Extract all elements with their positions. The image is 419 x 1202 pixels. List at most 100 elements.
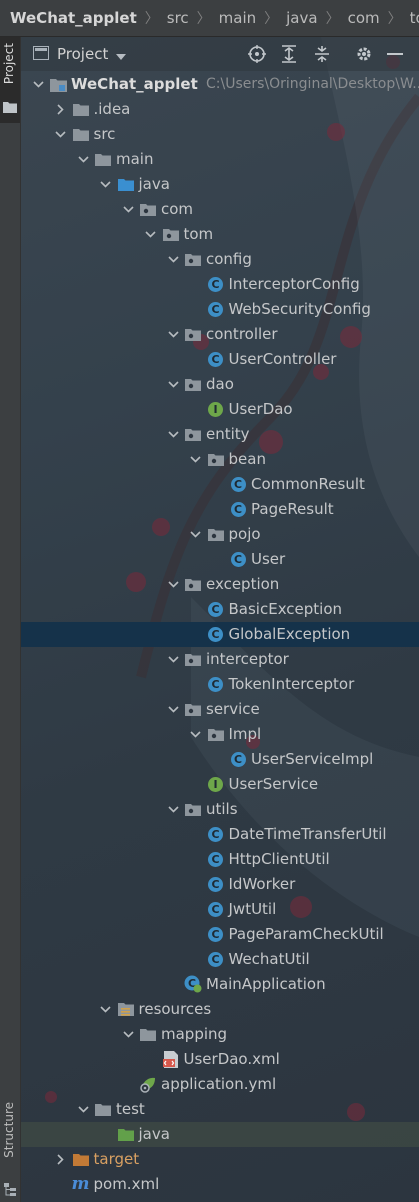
tree-item[interactable]: WeChat_applet C:\Users\Oringinal\Desktop\… bbox=[21, 72, 419, 97]
tree-item[interactable]: C UserController bbox=[21, 347, 419, 372]
tree-item[interactable]: main bbox=[21, 147, 419, 172]
class-icon: C bbox=[207, 600, 225, 618]
tree-item[interactable]: interceptor bbox=[21, 647, 419, 672]
tree-item[interactable]: C WechatUtil bbox=[21, 947, 419, 972]
tree-item[interactable]: C GlobalException bbox=[21, 622, 419, 647]
tree-item[interactable]: pojo bbox=[21, 522, 419, 547]
tree-item[interactable]: dao bbox=[21, 372, 419, 397]
chevron-down-icon[interactable] bbox=[121, 197, 135, 222]
tree-item[interactable]: test bbox=[21, 1097, 419, 1122]
tree-item[interactable]: utils bbox=[21, 797, 419, 822]
panel-header: Project bbox=[21, 37, 419, 71]
tree-item[interactable]: C UserServiceImpl bbox=[21, 747, 419, 772]
chevron-down-icon[interactable] bbox=[99, 172, 113, 197]
tree-item[interactable]: target bbox=[21, 1147, 419, 1172]
breadcrumb-item[interactable]: main bbox=[217, 9, 258, 27]
chevron-down-icon[interactable] bbox=[166, 797, 180, 822]
tree-item[interactable]: entity bbox=[21, 422, 419, 447]
project-tab-label: Project bbox=[2, 43, 16, 85]
chevron-down-icon[interactable] bbox=[76, 147, 90, 172]
tree-item[interactable]: java bbox=[21, 1122, 419, 1147]
class-icon: C bbox=[229, 550, 247, 568]
tree-item[interactable]: C User bbox=[21, 547, 419, 572]
breadcrumb-item[interactable]: com bbox=[346, 9, 382, 27]
chevron-down-icon[interactable] bbox=[144, 222, 158, 247]
tree-item-label: JwtUtil bbox=[228, 900, 277, 918]
tree-item[interactable]: C PageResult bbox=[21, 497, 419, 522]
expand-all-icon[interactable] bbox=[279, 44, 299, 64]
project-tool-tab[interactable]: Project bbox=[0, 37, 20, 123]
tree-item[interactable]: I UserDao bbox=[21, 397, 419, 422]
tree-item[interactable]: C InterceptorConfig bbox=[21, 272, 419, 297]
tree-item[interactable]: .idea bbox=[21, 97, 419, 122]
chevron-right-icon[interactable] bbox=[54, 97, 68, 122]
minimize-icon[interactable] bbox=[385, 44, 405, 64]
chevron-down-icon[interactable] bbox=[76, 1097, 90, 1122]
gear-icon[interactable] bbox=[354, 44, 374, 64]
tree-item[interactable]: C DateTimeTransferUtil bbox=[21, 822, 419, 847]
class-icon: C bbox=[207, 950, 225, 968]
tree-item[interactable]: application.yml bbox=[21, 1072, 419, 1097]
chevron-down-icon[interactable] bbox=[54, 122, 68, 147]
class-icon: C bbox=[207, 875, 225, 893]
tree-item[interactable]: config bbox=[21, 247, 419, 272]
chevron-down-icon[interactable] bbox=[31, 72, 45, 97]
collapse-all-icon[interactable] bbox=[312, 44, 332, 64]
tree-item[interactable]: C PageParamCheckUtil bbox=[21, 922, 419, 947]
tree-item[interactable]: C CommonResult bbox=[21, 472, 419, 497]
tree-item[interactable]: controller bbox=[21, 322, 419, 347]
chevron-down-icon[interactable] bbox=[189, 722, 203, 747]
chevron-down-icon[interactable] bbox=[166, 647, 180, 672]
tree-item[interactable]: exception bbox=[21, 572, 419, 597]
tree-item[interactable]: tom bbox=[21, 222, 419, 247]
tree-item[interactable]: C BasicException bbox=[21, 597, 419, 622]
breadcrumb-item[interactable]: src bbox=[165, 9, 191, 27]
chevron-down-icon[interactable] bbox=[166, 322, 180, 347]
chevron-right-icon[interactable] bbox=[54, 1147, 68, 1172]
tree-item-label: GlobalException bbox=[228, 625, 351, 643]
locate-icon[interactable] bbox=[247, 44, 267, 64]
package-icon bbox=[184, 425, 202, 443]
tree-item-label: Impl bbox=[228, 725, 262, 743]
tree-item[interactable]: bean bbox=[21, 447, 419, 472]
panel-title[interactable]: Project bbox=[57, 45, 108, 63]
tree-item-label: UserServiceImpl bbox=[251, 750, 374, 768]
breadcrumb-item[interactable]: java bbox=[284, 9, 319, 27]
tree-item[interactable]: C JwtUtil bbox=[21, 897, 419, 922]
tree-item-label: WebSecurityConfig bbox=[228, 300, 371, 318]
tree-item[interactable]: C WebSecurityConfig bbox=[21, 297, 419, 322]
tree-item[interactable]: Impl bbox=[21, 722, 419, 747]
breadcrumb-item[interactable]: tom bbox=[408, 9, 419, 27]
tree-item[interactable]: UserDao.xml bbox=[21, 1047, 419, 1072]
tree-item[interactable]: resources bbox=[21, 997, 419, 1022]
tree-item[interactable]: src bbox=[21, 122, 419, 147]
tree-item[interactable]: I UserService bbox=[21, 772, 419, 797]
breadcrumb-item[interactable]: WeChat_applet bbox=[8, 9, 139, 27]
tree-item-path: C:\Users\Oringinal\Desktop\W... bbox=[206, 76, 419, 92]
chevron-down-icon[interactable] bbox=[189, 522, 203, 547]
tree-item[interactable]: C IdWorker bbox=[21, 872, 419, 897]
tree-item[interactable]: mapping bbox=[21, 1022, 419, 1047]
chevron-down-icon[interactable] bbox=[166, 422, 180, 447]
maven-icon: m bbox=[71, 1174, 90, 1194]
tree-item[interactable]: C MainApplication bbox=[21, 972, 419, 997]
tree-item[interactable]: C TokenInterceptor bbox=[21, 672, 419, 697]
chevron-down-icon[interactable] bbox=[99, 997, 113, 1022]
chevron-down-icon[interactable] bbox=[116, 45, 127, 64]
tree-item[interactable]: com bbox=[21, 197, 419, 222]
breadcrumb-separator-icon: 〉 bbox=[325, 11, 340, 27]
chevron-down-icon[interactable] bbox=[166, 572, 180, 597]
yml-file-icon bbox=[139, 1075, 157, 1093]
tree-item[interactable]: java bbox=[21, 172, 419, 197]
chevron-down-icon[interactable] bbox=[189, 447, 203, 472]
structure-icon bbox=[4, 1182, 16, 1201]
chevron-down-icon[interactable] bbox=[121, 1022, 135, 1047]
structure-tool-tab[interactable]: Structure bbox=[0, 1102, 20, 1202]
tree-item[interactable]: m pom.xml bbox=[21, 1172, 419, 1197]
breadcrumb-separator-icon: 〉 bbox=[387, 11, 402, 27]
chevron-down-icon[interactable] bbox=[166, 697, 180, 722]
tree-item[interactable]: service bbox=[21, 697, 419, 722]
tree-item[interactable]: C HttpClientUtil bbox=[21, 847, 419, 872]
chevron-down-icon[interactable] bbox=[166, 247, 180, 272]
chevron-down-icon[interactable] bbox=[166, 372, 180, 397]
